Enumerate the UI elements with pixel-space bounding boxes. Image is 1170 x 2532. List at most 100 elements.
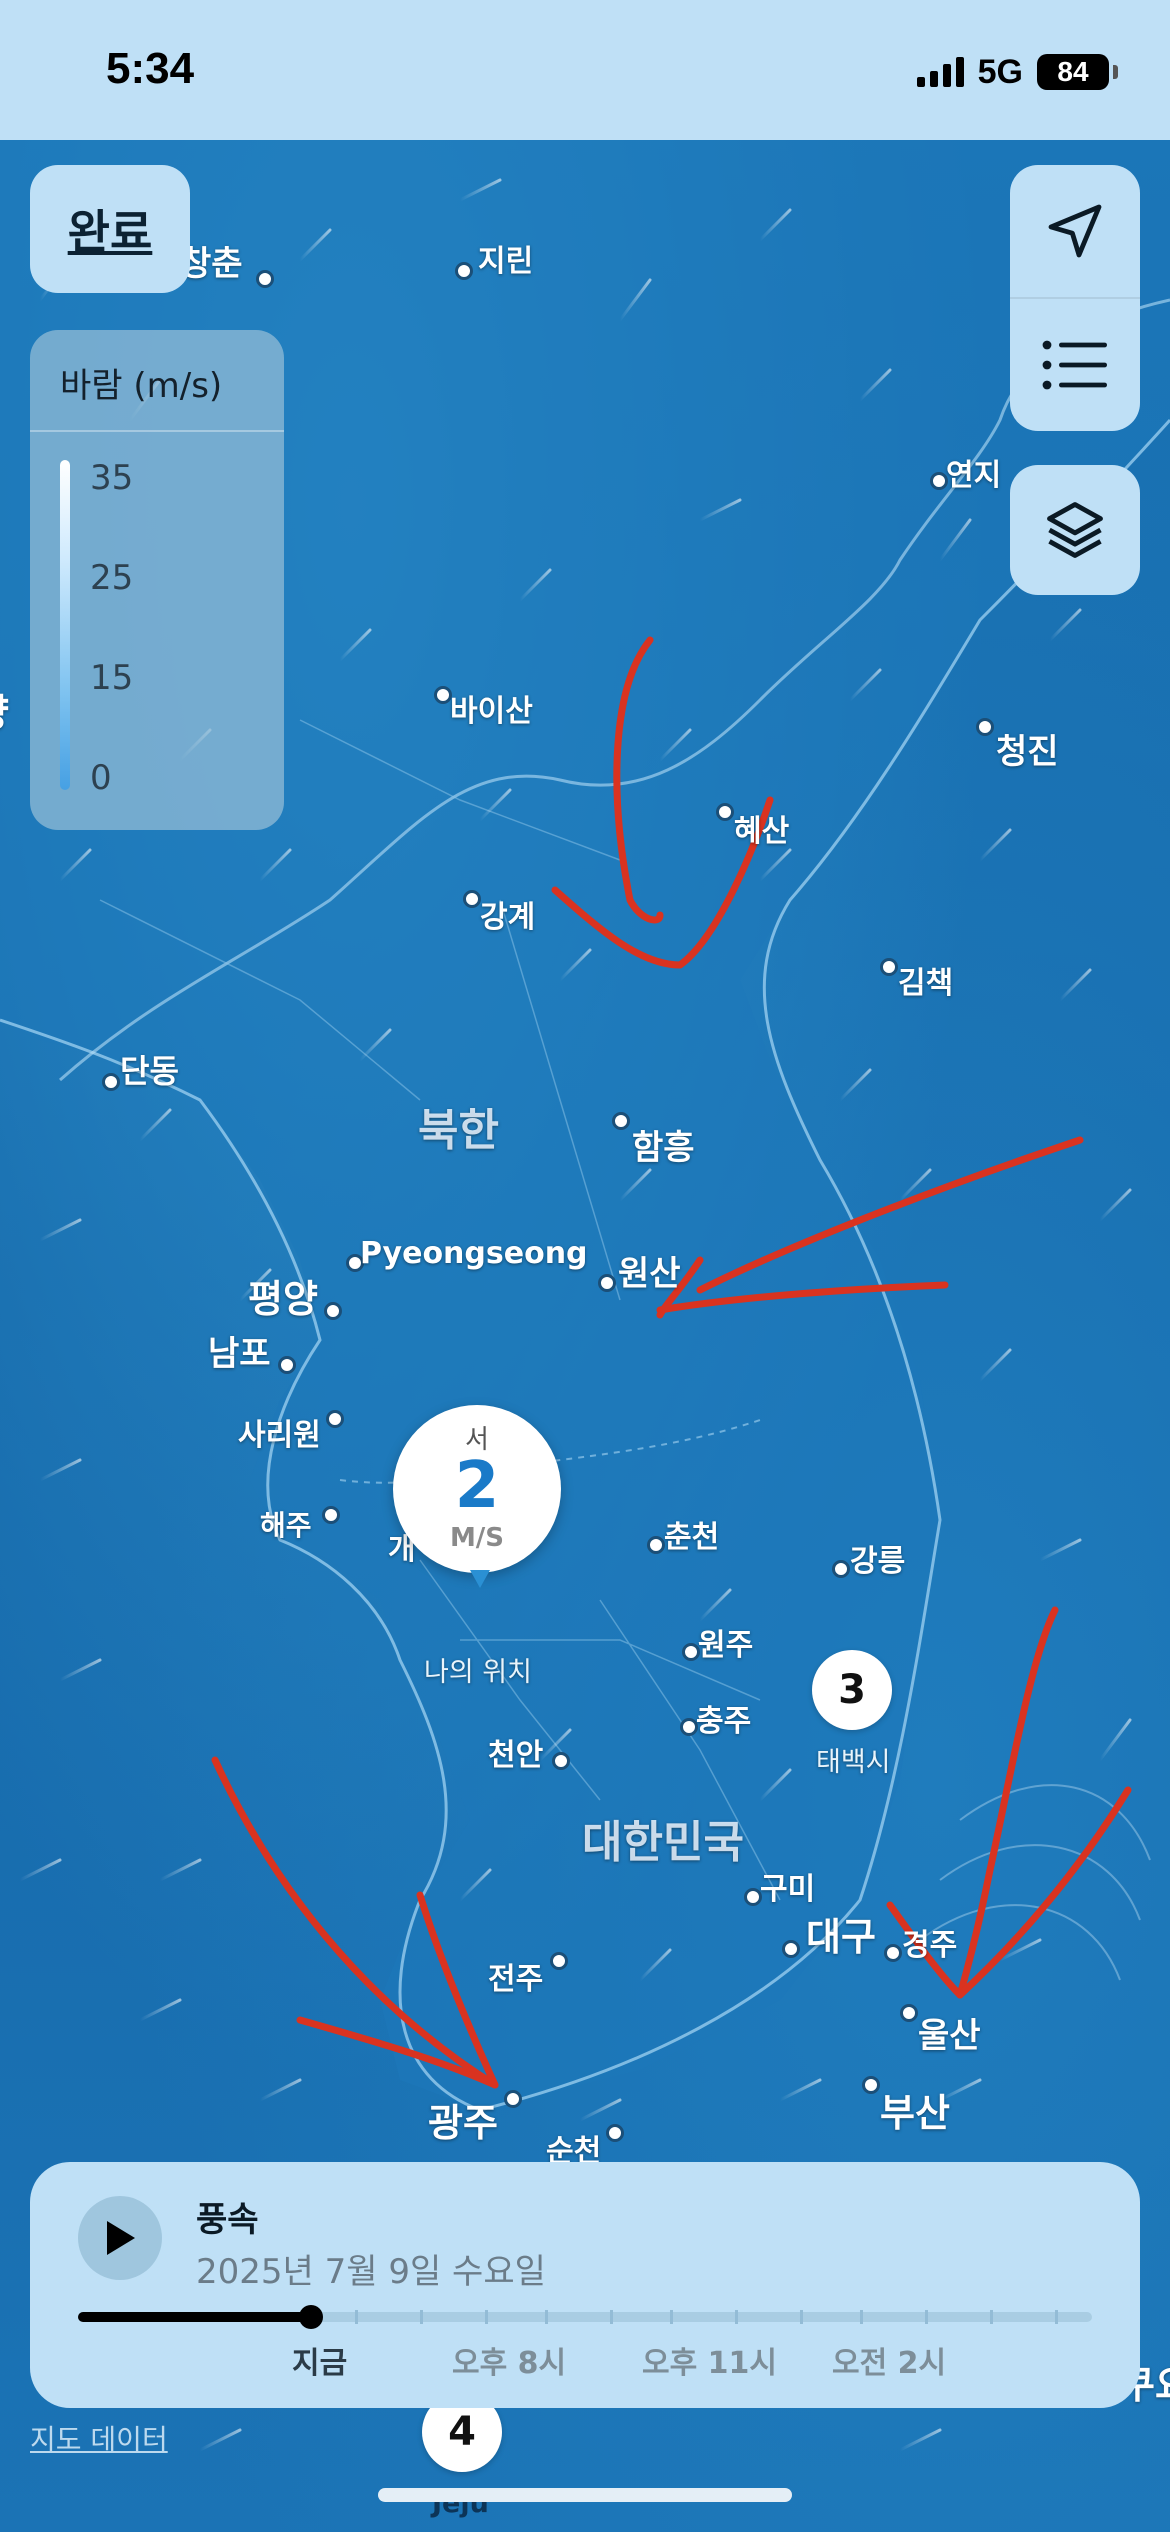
location-badge-3[interactable]: 3 [812, 1650, 892, 1730]
city-label-wonsan: 원산 [618, 1254, 681, 1294]
time-label[interactable]: 오전 2시 [832, 2338, 946, 2382]
city-label-chongjin: 청진 [996, 732, 1059, 772]
city-label-sariwon: 사리원 [238, 1418, 321, 1453]
city-dot [550, 1952, 568, 1970]
play-icon [107, 2221, 135, 2255]
city-label-dandong: 단동 [120, 1052, 179, 1090]
timeline-tick [485, 2310, 488, 2324]
city-dot [278, 1356, 296, 1374]
city-dot [324, 1302, 342, 1320]
legend-tick: 15 [90, 658, 134, 698]
city-label-gumi: 구미 [760, 1872, 816, 1907]
status-time: 5:34 [106, 44, 195, 93]
city-label-hyesan: 혜산 [734, 814, 790, 849]
battery-icon: 84 [1037, 54, 1109, 90]
wind-marker-pointer [470, 1570, 490, 1588]
city-dot [455, 262, 473, 280]
city-dot [552, 1752, 570, 1770]
city-label-edge-left: 양 [0, 682, 9, 737]
legend-divider [30, 430, 284, 432]
city-label-gangneung: 강릉 [850, 1544, 906, 1579]
list-icon [1042, 340, 1107, 390]
timeline-scrubber-handle[interactable] [299, 2305, 324, 2329]
legend-title: 바람 (m/s) [60, 366, 223, 406]
playback-title: 풍속 [196, 2200, 259, 2240]
city-dot [976, 718, 994, 736]
city-label-kanggye: 강계 [480, 900, 536, 935]
play-button[interactable] [78, 2196, 162, 2280]
city-dot [102, 1073, 120, 1091]
city-dot [463, 890, 481, 908]
city-label-gyeongju: 경주 [902, 1928, 958, 1963]
city-dot [832, 1560, 850, 1578]
locations-list-button[interactable] [1010, 299, 1140, 431]
city-label-taebaek: 태백시 [816, 1747, 891, 1778]
map-data-link[interactable]: 지도 데이터 [30, 2418, 168, 2458]
timeline-tick [860, 2310, 863, 2324]
city-dot [900, 2004, 918, 2022]
timeline-tick [800, 2310, 803, 2324]
network-type: 5G [977, 52, 1023, 91]
map-layers-button[interactable] [1010, 465, 1140, 595]
timeline-tick [610, 2310, 613, 2324]
city-dot [322, 1506, 340, 1524]
time-label-now[interactable]: 지금 [292, 2338, 347, 2382]
city-label-cheonan: 천안 [488, 1738, 544, 1773]
status-indicators: 5G 84 [916, 52, 1118, 92]
city-label-gwangju: 광주 [428, 2101, 498, 2145]
timeline-tick [735, 2310, 738, 2324]
time-label[interactable]: 오후 11시 [642, 2338, 777, 2382]
timeline-tick [545, 2310, 548, 2324]
location-arrow-icon [1048, 204, 1102, 258]
region-label-south-korea: 대한민국 [582, 1817, 744, 1868]
legend-tick: 25 [90, 558, 134, 598]
city-dot [504, 2090, 522, 2108]
battery-cap [1113, 65, 1118, 79]
playback-panel: 풍속 2025년 7월 9일 수요일 지금 오후 8시 오후 11시 오전 2시 [30, 2162, 1140, 2408]
city-label-pyongyang: 평양 [248, 1277, 318, 1321]
city-label-ulsan: 울산 [918, 2016, 981, 2056]
region-label-north-korea: 북한 [418, 1105, 499, 1156]
city-label-daegu: 대구 [806, 1915, 876, 1959]
city-label-jeonju: 전주 [488, 1962, 544, 1997]
city-dot [884, 1944, 902, 1962]
city-label-wonju: 원주 [698, 1628, 754, 1663]
time-label[interactable]: 오후 8시 [452, 2338, 566, 2382]
city-dot [880, 958, 898, 976]
city-dot [612, 1112, 630, 1130]
timeline-tick [990, 2310, 993, 2324]
timeline-tick [1055, 2310, 1058, 2324]
timeline-tick [925, 2310, 928, 2324]
legend-tick: 35 [90, 458, 134, 498]
city-dot [326, 1410, 344, 1428]
playback-date: 2025년 7월 9일 수요일 [196, 2252, 546, 2292]
city-label-baishan: 바이산 [450, 694, 533, 729]
timeline-tick [355, 2310, 358, 2324]
annotation-arrow-4-head [886, 1786, 1132, 1999]
current-location-button[interactable] [1010, 165, 1140, 297]
status-bar: 5:34 5G 84 [0, 0, 1170, 140]
city-label-kimchaek: 김책 [898, 966, 954, 1001]
annotation-arrow-4 [956, 1606, 1059, 1999]
city-dot [598, 1274, 616, 1292]
wind-speed-unit: M/S [449, 1523, 505, 1553]
city-label-hamhung: 함흥 [632, 1128, 695, 1168]
current-wind-marker[interactable]: 서 2 M/S [393, 1405, 561, 1573]
timeline-progress [78, 2312, 312, 2322]
cellular-signal-icon [916, 57, 964, 87]
city-dot [716, 803, 734, 821]
legend-color-scale [60, 460, 70, 790]
layers-icon [1047, 502, 1103, 558]
city-dot [862, 2076, 880, 2094]
city-label-chuncheon: 춘천 [664, 1520, 720, 1555]
legend-tick: 0 [90, 758, 112, 798]
my-location-label: 나의 위치 [424, 1657, 532, 1688]
city-dot [782, 1940, 800, 1958]
done-button[interactable]: 완료 [30, 165, 190, 293]
city-label-busan: 부산 [880, 2091, 950, 2135]
city-label-nampo: 남포 [208, 1334, 271, 1374]
city-label-jilin: 지린 [478, 244, 534, 279]
city-label-pyeongseong: Pyeongseong [360, 1236, 588, 1271]
city-label-chungju: 충주 [696, 1704, 752, 1739]
city-dot [606, 2124, 624, 2142]
